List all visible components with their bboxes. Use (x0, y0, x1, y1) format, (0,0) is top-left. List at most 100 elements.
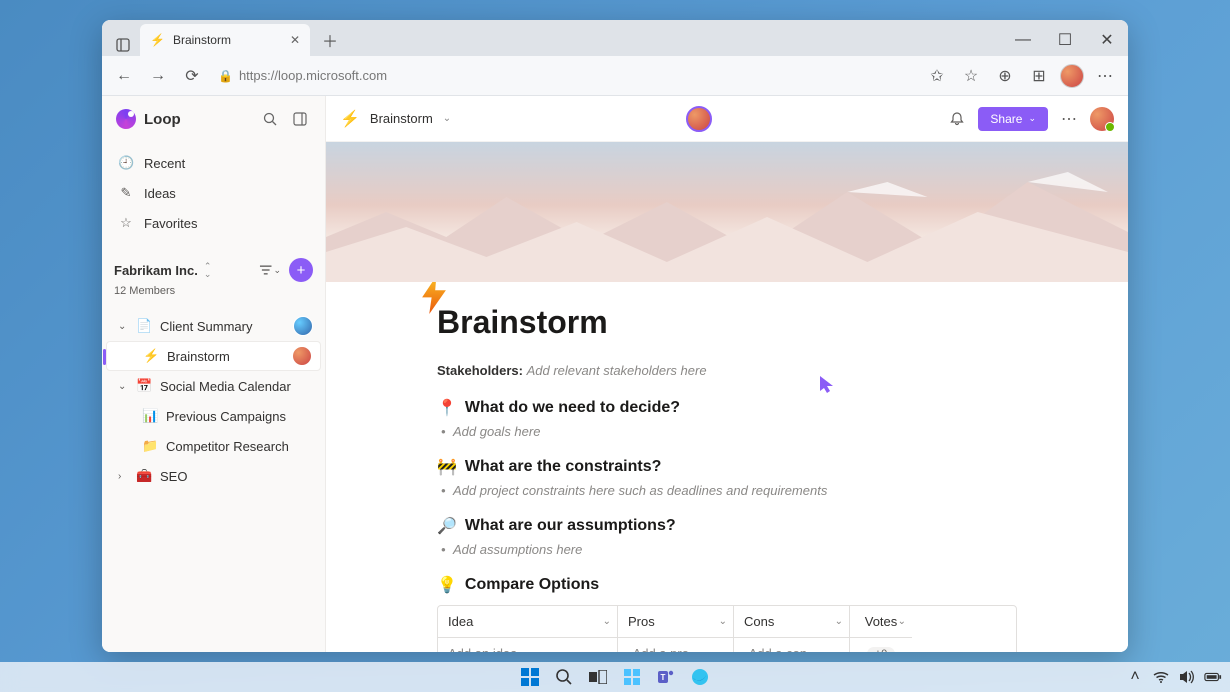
battery-icon[interactable] (1204, 668, 1222, 686)
chevron-down-icon[interactable]: ⌄ (835, 616, 843, 627)
widgets-button[interactable] (620, 665, 644, 689)
bullet-placeholder[interactable]: Add assumptions here (453, 542, 1017, 557)
chevron-down-icon[interactable]: ⌄ (719, 616, 727, 627)
calendar-icon: 📅 (136, 378, 152, 394)
nav-label: Ideas (144, 186, 176, 201)
vote-pill[interactable]: +0 (867, 647, 896, 653)
table-header-row: Idea⌄ Pros⌄ Cons⌄ Votes⌄ (438, 606, 1016, 638)
col-header-votes[interactable]: Votes⌄ (850, 606, 912, 638)
workspace-name[interactable]: Fabrikam Inc. (114, 263, 198, 278)
stakeholders-line[interactable]: Stakeholders: Add relevant stakeholders … (437, 363, 1017, 378)
nav-ideas[interactable]: ✎ Ideas (102, 178, 325, 208)
more-icon[interactable]: ⋯ (1058, 108, 1080, 130)
lock-icon: 🔒 (218, 69, 233, 83)
section-constraints: 🚧 What are the constraints? Add project … (437, 457, 1017, 498)
cell-cons[interactable]: Add a con (734, 638, 850, 652)
tree-item-client-summary[interactable]: ⌄ 📄 Client Summary (106, 311, 321, 341)
table-row: Add an idea Add a pro Add a con +0 (438, 638, 1016, 652)
window-minimize-button[interactable]: — (1002, 24, 1044, 56)
read-aloud-icon[interactable]: ✩ (924, 63, 950, 89)
cell-idea[interactable]: Add an idea (438, 638, 618, 652)
window-maximize-button[interactable]: ☐ (1044, 24, 1086, 56)
tree-item-seo[interactable]: › 🧰 SEO (106, 461, 321, 491)
page-title[interactable]: Brainstorm (437, 304, 1017, 341)
section-decide: 📍 What do we need to decide? Add goals h… (437, 398, 1017, 439)
nav-forward-button[interactable]: → (146, 64, 170, 88)
hero-image (326, 142, 1128, 282)
app-brand: Loop (144, 111, 181, 128)
bolt-icon: ⚡ (340, 109, 360, 129)
star-icon: ☆ (118, 215, 134, 231)
section-heading[interactable]: 💡 Compare Options (437, 575, 1017, 595)
bolt-icon: ⚡ (143, 348, 159, 364)
chevron-down-icon: ⌄ (1028, 113, 1036, 124)
browser-tab-active[interactable]: ⚡ Brainstorm ✕ (140, 24, 310, 56)
favorite-icon[interactable]: ☆ (958, 63, 984, 89)
close-tab-button[interactable]: ✕ (290, 33, 300, 47)
collections-icon[interactable]: ⊕ (992, 63, 1018, 89)
col-header-cons[interactable]: Cons⌄ (734, 606, 850, 638)
search-icon[interactable] (259, 108, 281, 130)
tree-item-competitor-research[interactable]: 📁 Competitor Research (106, 431, 321, 461)
profile-avatar[interactable] (1060, 64, 1084, 88)
window-close-button[interactable]: ✕ (1086, 24, 1128, 56)
tree-item-social-media[interactable]: ⌄ 📅 Social Media Calendar (106, 371, 321, 401)
teams-button[interactable]: T (654, 665, 678, 689)
page-icon[interactable] (419, 282, 449, 323)
collaborator-avatar[interactable] (686, 106, 712, 132)
document-body[interactable]: Brainstorm Stakeholders: Add relevant st… (326, 282, 1128, 652)
section-heading[interactable]: 📍 What do we need to decide? (437, 398, 1017, 418)
tree-label: Previous Campaigns (166, 409, 286, 424)
panel-toggle-icon[interactable] (289, 108, 311, 130)
section-heading[interactable]: 🔎 What are our assumptions? (437, 516, 1017, 536)
tab-overview-button[interactable] (112, 34, 134, 56)
stakeholders-placeholder: Add relevant stakeholders here (527, 363, 707, 378)
nav-refresh-button[interactable]: ⟳ (180, 64, 204, 88)
workspace-members: 12 Members (114, 285, 313, 297)
clock-icon: 🕘 (118, 155, 134, 171)
wifi-icon[interactable] (1152, 668, 1170, 686)
volume-icon[interactable] (1178, 668, 1196, 686)
presence-avatar (293, 316, 313, 336)
bullet-placeholder[interactable]: Add project constraints here such as dea… (453, 483, 1017, 498)
filter-icon[interactable]: ⌄ (259, 259, 281, 281)
notifications-icon[interactable] (946, 108, 968, 130)
presence-avatar (292, 346, 312, 366)
chevron-down-icon[interactable]: ⌄ (603, 616, 611, 627)
breadcrumb[interactable]: Brainstorm (370, 111, 433, 126)
bullet-placeholder[interactable]: Add goals here (453, 424, 1017, 439)
tree-item-brainstorm[interactable]: ⚡ Brainstorm (106, 341, 321, 371)
nav-recent[interactable]: 🕘 Recent (102, 148, 325, 178)
cell-pros[interactable]: Add a pro (618, 638, 734, 652)
col-header-idea[interactable]: Idea⌄ (438, 606, 618, 638)
chevron-down-icon[interactable]: ⌄ (443, 113, 451, 124)
start-button[interactable] (518, 665, 542, 689)
browser-menu-icon[interactable]: ⋯ (1092, 63, 1118, 89)
tree-item-previous-campaigns[interactable]: 📊 Previous Campaigns (106, 401, 321, 431)
section-heading[interactable]: 🚧 What are the constraints? (437, 457, 1017, 477)
browser-window: ⚡ Brainstorm ✕ ＋ — ☐ ✕ ← → ⟳ 🔒 https://l… (102, 20, 1128, 652)
url-display[interactable]: 🔒 https://loop.microsoft.com (218, 68, 387, 83)
stakeholders-label: Stakeholders: (437, 363, 523, 378)
share-label: Share (990, 112, 1022, 126)
tree-label: Brainstorm (167, 349, 230, 364)
extensions-icon[interactable]: ⊞ (1026, 63, 1052, 89)
add-page-button[interactable]: + (289, 258, 313, 282)
new-tab-button[interactable]: ＋ (316, 26, 344, 54)
share-button[interactable]: Share ⌄ (978, 107, 1048, 131)
toolbox-icon: 🧰 (136, 468, 152, 484)
sidebar-header: Loop (102, 96, 325, 142)
tray-chevron-icon[interactable]: ˄ (1126, 668, 1144, 686)
nav-favorites[interactable]: ☆ Favorites (102, 208, 325, 238)
task-view-button[interactable] (586, 665, 610, 689)
sidebar: Loop 🕘 Recent ✎ Ideas (102, 96, 326, 652)
chevron-down-icon[interactable]: ⌄ (898, 616, 906, 627)
cell-votes[interactable]: +0 (850, 638, 912, 652)
search-button[interactable] (552, 665, 576, 689)
tree-label: Social Media Calendar (160, 379, 291, 394)
workspace-switcher-icon[interactable]: ⌃⌄ (204, 262, 212, 278)
edge-button[interactable] (688, 665, 712, 689)
nav-back-button[interactable]: ← (112, 64, 136, 88)
col-header-pros[interactable]: Pros⌄ (618, 606, 734, 638)
user-avatar[interactable] (1090, 107, 1114, 131)
